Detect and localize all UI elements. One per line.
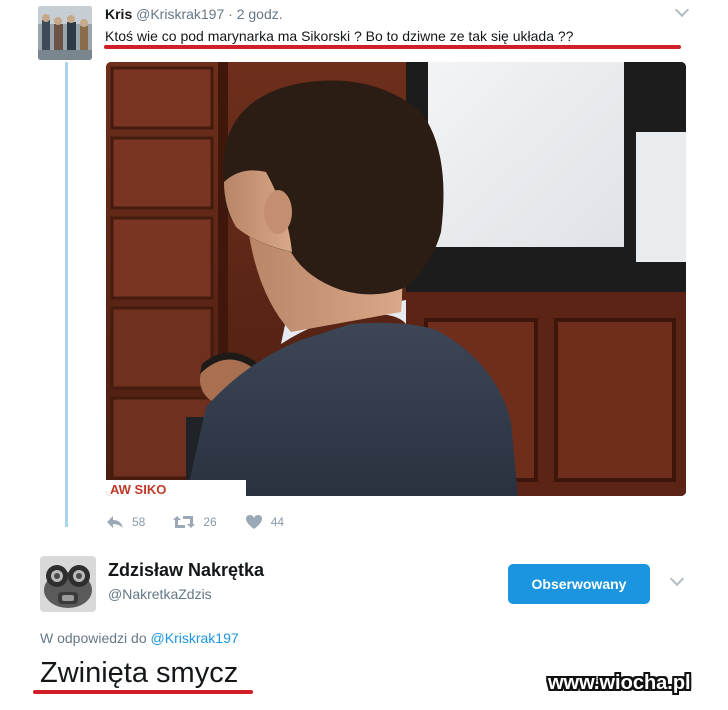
thread-connector-line — [65, 62, 68, 527]
following-button[interactable]: Obserwowany — [508, 564, 650, 604]
author-handle[interactable]: @Kriskrak197 — [136, 6, 224, 22]
chevron-down-icon[interactable] — [674, 2, 690, 18]
reply-icon — [107, 516, 123, 528]
reply-count: 58 — [132, 515, 146, 529]
tweet-text: Zwinięta smycz — [40, 657, 239, 689]
red-underline-annotation — [33, 690, 253, 694]
like-count: 44 — [270, 515, 285, 529]
reply-prefix: W odpowiedzi do — [40, 630, 147, 646]
zdzislaw-avatar[interactable] — [40, 556, 96, 612]
red-underline-annotation — [104, 45, 681, 49]
tweet-timestamp[interactable]: 2 godz. — [237, 6, 283, 22]
chevron-down-icon[interactable] — [669, 571, 685, 587]
tweet-actions: 58 26 44 — [106, 512, 312, 532]
image-caption-text: AW SIKO — [110, 482, 166, 496]
reply-target-handle[interactable]: @Kriskrak197 — [151, 630, 239, 646]
separator-dot: · — [228, 6, 233, 22]
reply-context: W odpowiedzi do @Kriskrak197 — [40, 630, 239, 646]
tweet-header: Kris @Kriskrak197 · 2 godz. — [105, 6, 283, 22]
retweet-button[interactable]: 26 — [173, 515, 217, 529]
tweet-photo[interactable]: AW SIKO — [106, 62, 686, 496]
like-button[interactable]: 44 — [245, 514, 284, 530]
author-name[interactable]: Kris — [105, 6, 132, 22]
heart-icon — [245, 515, 262, 529]
author-name[interactable]: Zdzisław Nakrętka — [108, 560, 264, 581]
site-watermark: www.wiocha.pl — [548, 672, 691, 694]
kris-avatar[interactable] — [38, 6, 92, 60]
tweet-text: Ktoś wie co pod marynarka ma Sikorski ? … — [105, 28, 574, 44]
reply-button[interactable]: 58 — [106, 515, 145, 529]
retweet-icon — [173, 516, 196, 528]
author-handle[interactable]: @NakretkaZdzis — [108, 586, 212, 602]
retweet-count: 26 — [203, 515, 217, 529]
